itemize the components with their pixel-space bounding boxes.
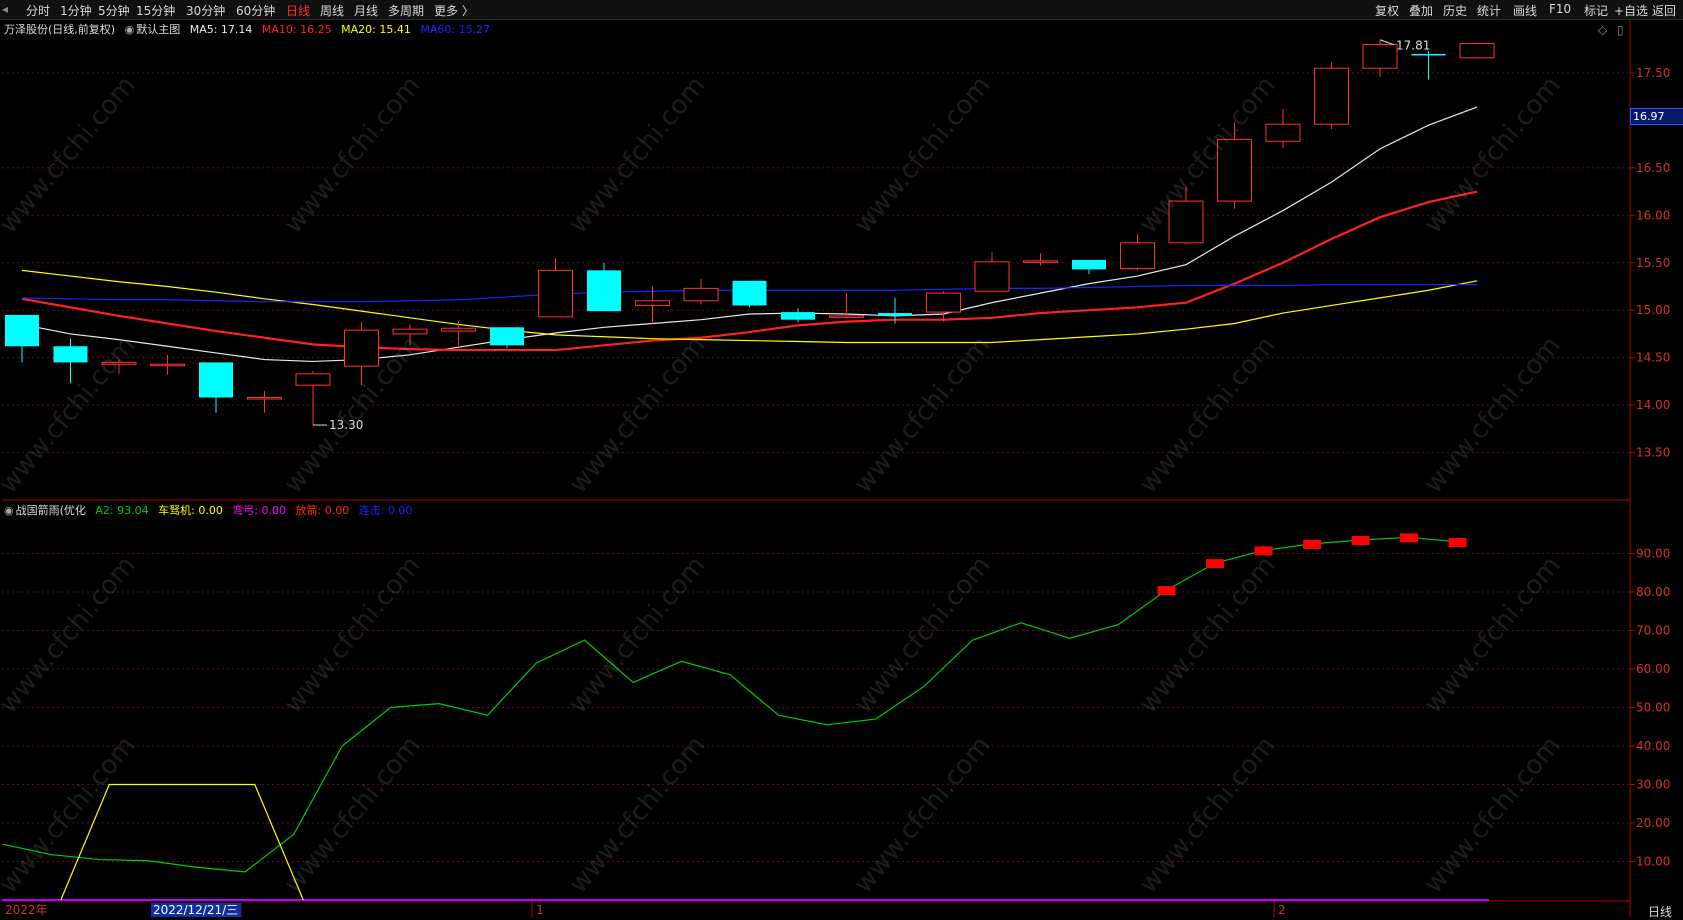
candle-body-16 bbox=[781, 312, 815, 320]
template-name[interactable]: 默认主图 bbox=[136, 23, 180, 36]
candle-body-14 bbox=[683, 287, 719, 302]
candle-body-10 bbox=[490, 327, 524, 346]
candle-body-0 bbox=[5, 314, 39, 347]
main-tick-label-2: 14.50 bbox=[1636, 351, 1670, 365]
stock-name[interactable]: 万泽股份 bbox=[4, 23, 48, 36]
candle-body-7 bbox=[344, 329, 379, 367]
diamond-icon: ◇ bbox=[1598, 23, 1608, 37]
main-tick-label-7: 17.50 bbox=[1636, 66, 1670, 80]
ma20-value: MA20: 15.41 bbox=[341, 23, 411, 36]
sub-tick-label-5: 60.00 bbox=[1636, 662, 1670, 676]
signal-bar-25 bbox=[1206, 559, 1225, 569]
ma5-value: MA5: 17.14 bbox=[189, 23, 253, 36]
candle-body-15 bbox=[732, 280, 767, 306]
sub-tick-label-8: 90.00 bbox=[1636, 547, 1670, 561]
candle-body-3 bbox=[150, 363, 185, 367]
candle-body-11 bbox=[538, 269, 573, 318]
main-tick-label-3: 15.00 bbox=[1636, 303, 1670, 317]
candle-body-9 bbox=[441, 327, 476, 332]
a2-value: A2: 93.04 bbox=[95, 504, 149, 517]
candle-body-13 bbox=[635, 300, 670, 306]
stock-chart: 13.50 14.00 14.50 15.00 15.50 16.00 16.50 17.50… bbox=[2, 20, 1670, 917]
main-tick-label-0: 13.50 bbox=[1636, 446, 1670, 460]
fangjian-value: 放箭: 0.00 bbox=[295, 504, 350, 517]
chart-mode: (日线,前复权) bbox=[48, 23, 116, 36]
ma10-value: MA10: 16.25 bbox=[261, 23, 332, 36]
template-dropdown-icon[interactable]: ◉ bbox=[125, 23, 135, 36]
sub-tick-label-0: 10.00 bbox=[1636, 855, 1670, 869]
x-label-1: 2022/12/21/三 bbox=[153, 903, 238, 917]
wangong-value: 弯弓: 0.00 bbox=[232, 504, 287, 517]
signal-bar-24 bbox=[1157, 586, 1176, 596]
signal-bar-29 bbox=[1400, 533, 1419, 543]
candle-body-28 bbox=[1362, 43, 1398, 69]
chenuji-value: 车驽机: 0.00 bbox=[158, 504, 223, 517]
candle-body-27 bbox=[1314, 67, 1349, 125]
sub-tick-label-6: 70.00 bbox=[1636, 624, 1670, 638]
candle-body-1 bbox=[53, 346, 88, 363]
x-label-3: 2 bbox=[1278, 903, 1286, 917]
candle-body-23 bbox=[1120, 242, 1155, 269]
sub-tick-label-2: 30.00 bbox=[1636, 778, 1670, 792]
main-tick-label-4: 15.50 bbox=[1636, 256, 1670, 270]
indicator-name[interactable]: 战国箭雨(优化 bbox=[16, 504, 86, 517]
candle-body-30 bbox=[1459, 43, 1495, 59]
sub-tick-label-4: 50.00 bbox=[1636, 701, 1670, 715]
candle-body-22 bbox=[1072, 259, 1106, 270]
candle-body-12 bbox=[587, 270, 621, 312]
lianji-value: 连击: 0.00 bbox=[358, 504, 413, 517]
sub-tick-label-7: 80.00 bbox=[1636, 585, 1670, 599]
sub-tick-label-3: 40.00 bbox=[1636, 739, 1670, 753]
candle-body-18 bbox=[878, 313, 912, 316]
main-chart-legend: 万泽股份(日线,前复权) ◉ 默认主图 MA5: 17.14 MA10: 16.2… bbox=[4, 21, 496, 37]
candle-body-17 bbox=[829, 315, 864, 318]
candle-body-4 bbox=[199, 362, 233, 398]
x-label-2: 1 bbox=[536, 903, 544, 917]
current-price-tag: 16.97 bbox=[1630, 108, 1683, 125]
panel-layout-icon: ▯ bbox=[1617, 23, 1624, 37]
x-label-0: 2022年 bbox=[5, 903, 48, 917]
signal-bar-27 bbox=[1303, 539, 1322, 549]
signal-bar-30 bbox=[1448, 537, 1467, 547]
candle-body-21 bbox=[1023, 260, 1058, 263]
candle-body-20 bbox=[974, 261, 1010, 292]
candle-body-19 bbox=[926, 292, 961, 313]
candle-body-26 bbox=[1265, 123, 1301, 142]
series-ma5-line bbox=[21, 106, 1478, 363]
indicator-dropdown-icon[interactable]: ◉ bbox=[4, 504, 14, 517]
main-tick-label-1: 14.00 bbox=[1636, 398, 1670, 412]
high-annotation: 17.81 bbox=[1396, 39, 1430, 53]
candle-body-6 bbox=[295, 373, 331, 386]
ma60-value: MA60: 15.27 bbox=[420, 23, 491, 36]
sub-chart-legend: ◉ 战国箭雨(优化 A2: 93.04 车驽机: 0.00 弯弓: 0.00 放箭… bbox=[4, 502, 418, 518]
candle-body-29 bbox=[1411, 53, 1446, 56]
candle-body-8 bbox=[392, 328, 428, 335]
candle-body-5 bbox=[247, 397, 282, 400]
signal-bar-28 bbox=[1351, 536, 1370, 546]
sub-tick-label-1: 20.00 bbox=[1636, 816, 1670, 830]
main-tick-label-5: 16.00 bbox=[1636, 208, 1670, 222]
main-tick-label-6: 16.50 bbox=[1636, 161, 1670, 175]
period-label[interactable]: 日线 bbox=[1648, 903, 1672, 920]
